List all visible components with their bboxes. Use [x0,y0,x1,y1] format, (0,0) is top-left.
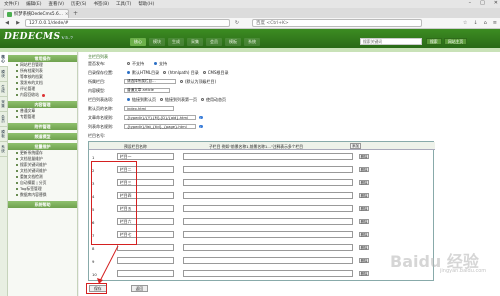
baidu-watermark-url: jingyan.baidu.com [440,268,487,274]
highlight-box-save [86,283,107,294]
back-button[interactable]: 返回 [130,285,149,292]
arrow-line [99,245,119,282]
